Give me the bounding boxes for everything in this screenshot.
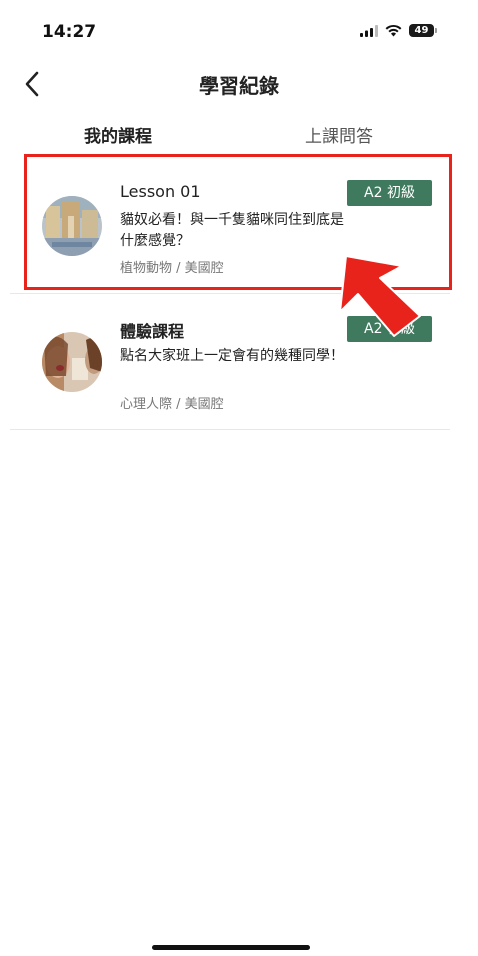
tab-bar: 我的課程 上課問答 [0, 114, 478, 154]
course-list: Lesson 01 貓奴必看！與一千隻貓咪同住到底是什麼感覺？ 植物動物 / 美… [10, 158, 450, 430]
course-description: 點名大家班上一定會有的幾種同學！ [120, 348, 344, 364]
signal-icon [360, 24, 378, 37]
course-thumbnail [42, 196, 102, 256]
course-item-trial[interactable]: 體驗課程 點名大家班上一定會有的幾種同學！ 心理人際 / 美國腔 A2 初級 [10, 294, 450, 430]
course-title: 體驗課程 [120, 322, 185, 341]
wifi-icon [385, 24, 402, 37]
battery-icon: 49 [409, 24, 437, 37]
tab-class-qa[interactable]: 上課問答 [305, 122, 373, 147]
status-bar: 14:27 49 [0, 0, 478, 60]
course-item-lesson-01[interactable]: Lesson 01 貓奴必看！與一千隻貓咪同住到底是什麼感覺？ 植物動物 / 美… [10, 158, 450, 294]
home-indicator [152, 945, 310, 950]
nav-bar: 學習紀錄 [0, 60, 478, 108]
course-title: Lesson 01 [120, 182, 201, 201]
course-thumbnail [42, 332, 102, 392]
status-time: 14:27 [42, 22, 97, 42]
level-badge: A2 初級 [347, 316, 432, 342]
course-description: 貓奴必看！與一千隻貓咪同住到底是什麼感覺？ [120, 212, 344, 249]
battery-level: 49 [414, 25, 429, 36]
tab-my-courses[interactable]: 我的課程 [84, 122, 152, 147]
status-icons: 49 [360, 24, 437, 37]
level-badge: A2 初級 [347, 180, 432, 206]
page-title: 學習紀錄 [199, 74, 279, 98]
course-meta: 植物動物 / 美國腔 [120, 261, 224, 276]
course-meta: 心理人際 / 美國腔 [120, 397, 224, 412]
